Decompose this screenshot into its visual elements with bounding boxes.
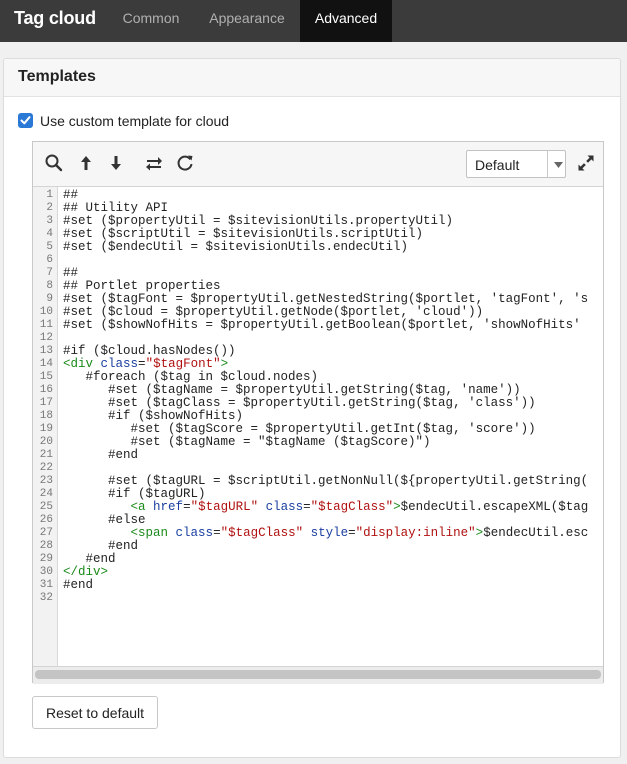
refresh-button[interactable]	[175, 153, 195, 173]
refresh-icon	[177, 155, 193, 171]
line-number: 16	[39, 384, 53, 396]
move-down-button[interactable]	[106, 153, 126, 173]
line-number: 30	[39, 566, 53, 578]
move-up-button[interactable]	[76, 153, 96, 173]
code-line[interactable]: <span class="$tagClass" style="display:i…	[63, 527, 589, 540]
custom-template-label[interactable]: Use custom template for cloud	[40, 113, 229, 129]
templates-panel: Templates Use custom template for cloud	[3, 58, 621, 758]
line-number: 4	[46, 228, 53, 240]
horizontal-scrollbar[interactable]	[33, 666, 603, 684]
line-number: 5	[46, 241, 53, 253]
scrollbar-thumb[interactable]	[35, 670, 601, 679]
select-divider	[547, 151, 548, 177]
line-number: 20	[39, 436, 53, 448]
app-title: Tag cloud	[14, 8, 96, 28]
code-line[interactable]: #end	[63, 579, 93, 592]
code-line[interactable]: #end	[63, 449, 138, 462]
line-number: 14	[39, 358, 53, 370]
tab-advanced[interactable]: Advanced	[300, 0, 392, 42]
arrow-down-icon	[111, 156, 121, 170]
custom-template-checkbox[interactable]	[18, 113, 33, 128]
top-bar: Tag cloud Common Appearance Advanced	[0, 0, 627, 42]
search-button[interactable]	[44, 153, 64, 173]
code-area[interactable]: 1 2 3 4 5 6 7 8 9 10 11 12 13 14 15 16 17 18 19 20 21 22 23 24 2…	[33, 187, 603, 666]
line-number: 18	[39, 410, 53, 422]
line-number: 27	[39, 527, 53, 539]
line-number: 9	[46, 293, 53, 305]
line-number: 25	[39, 501, 53, 513]
reset-to-default-button[interactable]: Reset to default	[32, 696, 158, 729]
line-number: 23	[39, 475, 53, 487]
caret-down-icon	[554, 162, 563, 168]
line-number: 26	[39, 514, 53, 526]
expand-icon	[578, 155, 594, 171]
line-number: 11	[39, 319, 53, 331]
search-icon	[45, 154, 63, 172]
arrow-up-icon	[81, 156, 91, 170]
line-number: 22	[39, 462, 53, 474]
tab-appearance[interactable]: Appearance	[194, 0, 300, 42]
line-number: 7	[46, 267, 53, 279]
swap-icon	[146, 157, 162, 171]
editor-theme-select[interactable]: Default	[466, 150, 566, 178]
line-number: 2	[46, 202, 53, 214]
code-line[interactable]: #set ($endecUtil = $sitevisionUtils.ende…	[63, 241, 408, 254]
editor-toolbar: Default	[33, 142, 603, 187]
line-number: 19	[39, 423, 53, 435]
line-number: 8	[46, 280, 53, 292]
line-number: 29	[39, 553, 53, 565]
line-number: 13	[39, 345, 53, 357]
line-number: 31	[39, 579, 53, 591]
line-number: 32	[39, 592, 53, 604]
line-number: 17	[39, 397, 53, 409]
checkmark-icon	[20, 116, 31, 125]
line-number: 24	[39, 488, 53, 500]
line-number: 21	[39, 449, 53, 461]
line-number: 6	[46, 254, 53, 266]
line-number: 1	[46, 189, 53, 201]
fullscreen-button[interactable]	[577, 154, 595, 177]
line-number: 28	[39, 540, 53, 552]
code-line[interactable]: #set ($showNofHits = $propertyUtil.getBo…	[63, 319, 581, 332]
template-code-editor[interactable]: Default 1 2 3 4 5 6 7 8 9 10 11 12 13 14 15 16 17 18 19 20 2…	[32, 141, 604, 684]
tab-common[interactable]: Common	[108, 0, 194, 42]
line-number: 12	[39, 332, 53, 344]
replace-button[interactable]	[144, 153, 164, 173]
panel-header: Templates	[4, 59, 620, 97]
panel-title: Templates	[18, 68, 96, 85]
editor-theme-value: Default	[475, 157, 520, 173]
line-number: 3	[46, 215, 53, 227]
line-number-gutter: 1 2 3 4 5 6 7 8 9 10 11 12 13 14 15 16 17 18 19 20 21 22 23 24 2…	[33, 187, 58, 666]
line-number: 15	[39, 371, 53, 383]
line-number: 10	[39, 306, 53, 318]
